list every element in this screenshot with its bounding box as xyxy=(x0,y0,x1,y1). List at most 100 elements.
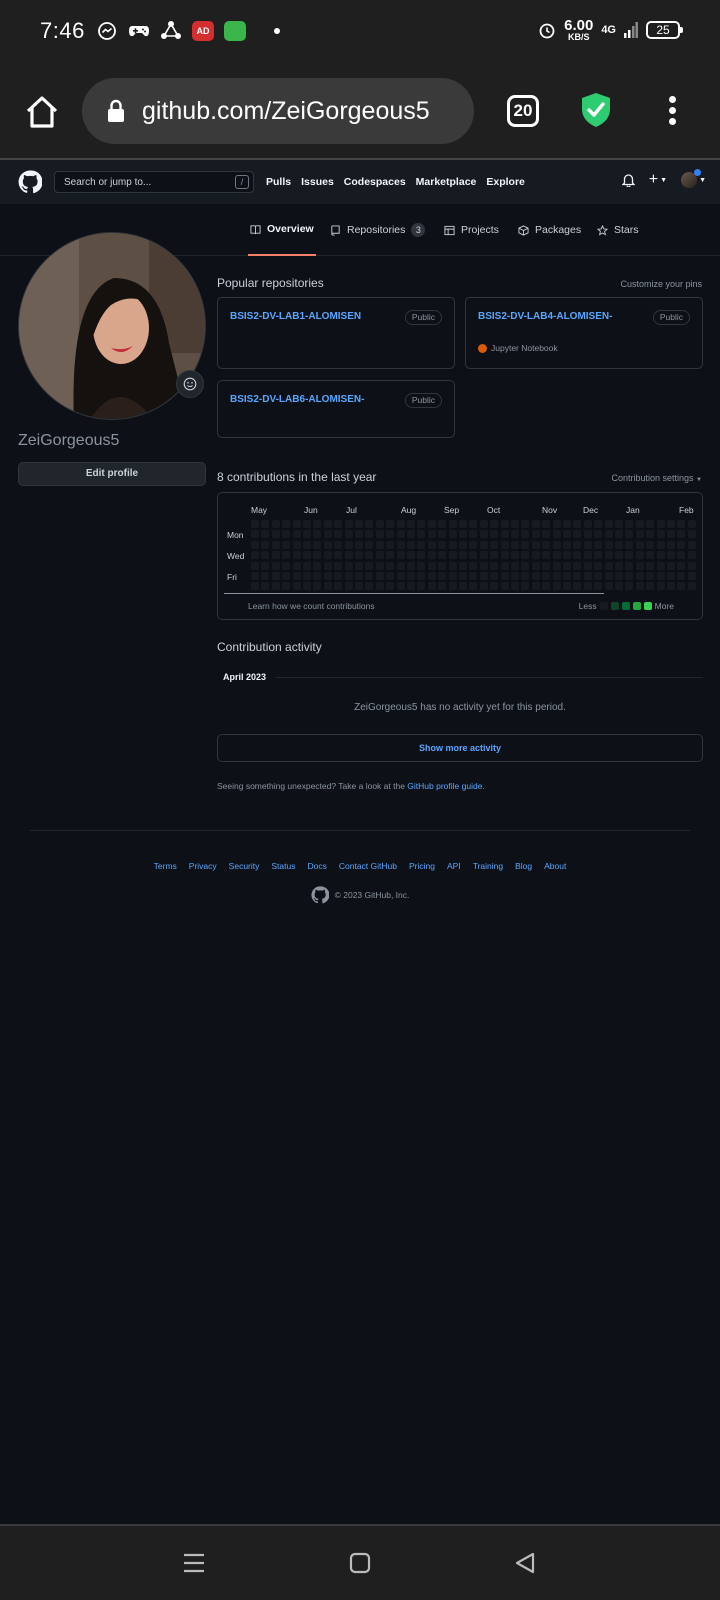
contribution-day[interactable] xyxy=(635,540,644,549)
contribution-day[interactable] xyxy=(323,530,332,539)
contribution-day[interactable] xyxy=(656,540,665,549)
contribution-day[interactable] xyxy=(355,551,363,560)
contribution-day[interactable] xyxy=(521,561,530,570)
address-bar[interactable]: github.com/ZeiGorgeous5 xyxy=(82,78,474,144)
tab-projects[interactable]: Projects xyxy=(444,204,499,256)
contribution-day[interactable] xyxy=(490,582,499,591)
contribution-day[interactable] xyxy=(687,551,696,560)
contribution-day[interactable] xyxy=(490,551,499,560)
footer-link-terms[interactable]: Terms xyxy=(154,861,177,871)
contribution-day[interactable] xyxy=(344,582,353,591)
contribution-day[interactable] xyxy=(407,551,415,560)
footer-link-contact[interactable]: Contact GitHub xyxy=(339,861,397,871)
contribution-day[interactable] xyxy=(396,520,405,528)
contribution-day[interactable] xyxy=(573,551,582,560)
contribution-day[interactable] xyxy=(687,582,696,591)
contribution-day[interactable] xyxy=(479,582,488,591)
contribution-day[interactable] xyxy=(469,572,478,580)
contribution-day[interactable] xyxy=(563,530,571,539)
contribution-day[interactable] xyxy=(511,540,519,549)
footer-link-pricing[interactable]: Pricing xyxy=(409,861,435,871)
contribution-day[interactable] xyxy=(438,520,447,528)
contribution-day[interactable] xyxy=(521,540,530,549)
contribution-day[interactable] xyxy=(323,572,332,580)
contribution-day[interactable] xyxy=(427,551,436,560)
contribution-day[interactable] xyxy=(604,530,613,539)
contribution-day[interactable] xyxy=(521,582,530,591)
contribution-day[interactable] xyxy=(687,572,696,580)
contribution-day[interactable] xyxy=(271,582,280,591)
contribution-day[interactable] xyxy=(667,572,675,580)
contribution-day[interactable] xyxy=(563,551,571,560)
contribution-day[interactable] xyxy=(625,561,634,570)
contribution-day[interactable] xyxy=(490,572,499,580)
contribution-day[interactable] xyxy=(667,561,675,570)
contribution-day[interactable] xyxy=(500,582,509,591)
contribution-day[interactable] xyxy=(417,582,426,591)
contribution-day[interactable] xyxy=(469,561,478,570)
contribution-day[interactable] xyxy=(365,540,374,549)
contribution-day[interactable] xyxy=(573,540,582,549)
contribution-day[interactable] xyxy=(261,540,270,549)
contribution-day[interactable] xyxy=(479,561,488,570)
contribution-day[interactable] xyxy=(563,572,571,580)
contribution-day[interactable] xyxy=(334,540,343,549)
contribution-day[interactable] xyxy=(677,572,686,580)
footer-link-docs[interactable]: Docs xyxy=(308,861,327,871)
contribution-day[interactable] xyxy=(552,582,561,591)
github-mark-icon[interactable] xyxy=(311,886,329,904)
github-search-input[interactable]: Search or jump to... / xyxy=(54,171,254,193)
contribution-day[interactable] xyxy=(427,530,436,539)
contribution-day[interactable] xyxy=(635,530,644,539)
contribution-day[interactable] xyxy=(469,530,478,539)
contribution-day[interactable] xyxy=(479,520,488,528)
contribution-day[interactable] xyxy=(355,582,363,591)
footer-link-about[interactable]: About xyxy=(544,861,566,871)
contribution-day[interactable] xyxy=(261,561,270,570)
contribution-day[interactable] xyxy=(438,561,447,570)
repo-name[interactable]: BSIS2-DV-LAB1-ALOMISEN xyxy=(230,311,361,322)
contribution-day[interactable] xyxy=(511,520,519,528)
contribution-day[interactable] xyxy=(531,582,540,591)
contribution-day[interactable] xyxy=(479,551,488,560)
contribution-day[interactable] xyxy=(344,572,353,580)
contribution-day[interactable] xyxy=(417,540,426,549)
tab-switcher-button[interactable]: 20 xyxy=(507,95,539,127)
contribution-day[interactable] xyxy=(344,540,353,549)
contribution-day[interactable] xyxy=(687,520,696,528)
contribution-day[interactable] xyxy=(344,520,353,528)
contribution-day[interactable] xyxy=(386,530,395,539)
contribution-day[interactable] xyxy=(542,530,551,539)
contribution-day[interactable] xyxy=(687,530,696,539)
contribution-day[interactable] xyxy=(386,582,395,591)
contribution-day[interactable] xyxy=(355,540,363,549)
contribution-day[interactable] xyxy=(417,520,426,528)
bell-icon[interactable] xyxy=(621,173,635,187)
contribution-day[interactable] xyxy=(271,551,280,560)
contribution-day[interactable] xyxy=(448,582,457,591)
contribution-day[interactable] xyxy=(303,582,311,591)
contribution-day[interactable] xyxy=(615,582,623,591)
contribution-day[interactable] xyxy=(583,530,592,539)
set-status-button[interactable] xyxy=(176,370,204,398)
contribution-day[interactable] xyxy=(583,540,592,549)
contribution-day[interactable] xyxy=(573,520,582,528)
contribution-day[interactable] xyxy=(583,520,592,528)
contribution-day[interactable] xyxy=(521,572,530,580)
contribution-day[interactable] xyxy=(417,551,426,560)
contribution-day[interactable] xyxy=(542,520,551,528)
contribution-day[interactable] xyxy=(646,572,655,580)
contribution-day[interactable] xyxy=(604,520,613,528)
contribution-day[interactable] xyxy=(396,551,405,560)
contribution-day[interactable] xyxy=(594,561,603,570)
contribution-day[interactable] xyxy=(469,551,478,560)
contribution-day[interactable] xyxy=(469,520,478,528)
contribution-day[interactable] xyxy=(646,561,655,570)
contribution-day[interactable] xyxy=(459,582,467,591)
contribution-day[interactable] xyxy=(438,551,447,560)
contribution-day[interactable] xyxy=(375,572,384,580)
footer-link-security[interactable]: Security xyxy=(229,861,260,871)
contribution-day[interactable] xyxy=(469,582,478,591)
contribution-day[interactable] xyxy=(677,530,686,539)
contribution-day[interactable] xyxy=(635,551,644,560)
